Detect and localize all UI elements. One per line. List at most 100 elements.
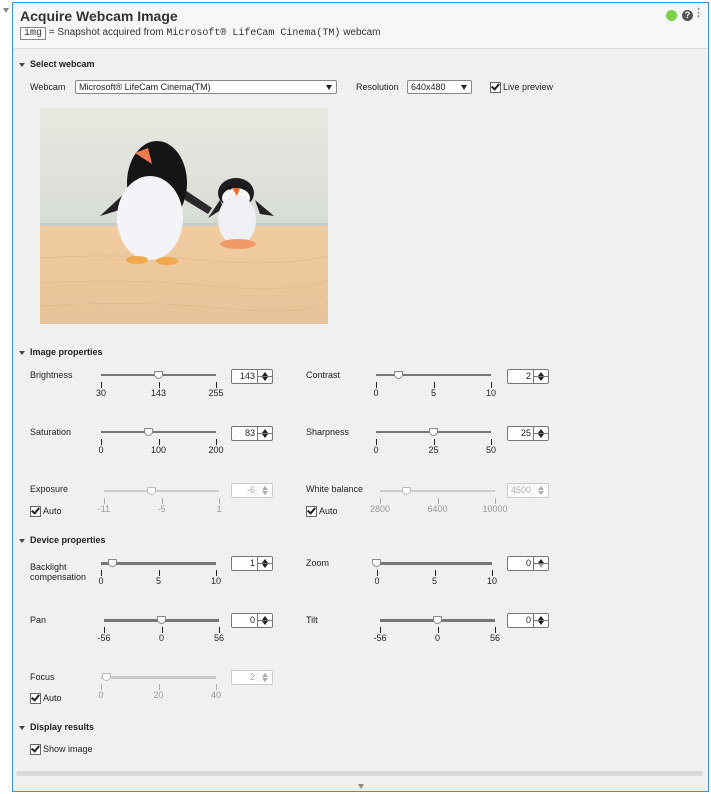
pan-spinner[interactable]: 0 <box>231 613 273 628</box>
slider-tick-label: 10 <box>486 576 498 586</box>
backlight-value: 1 <box>249 558 255 568</box>
focus-spinner: 2 <box>231 670 273 685</box>
checkbox-checked-icon <box>306 506 317 518</box>
webcam-dropdown[interactable]: Microsoft® LifeCam Cinema(TM) <box>75 80 337 94</box>
checkbox-label: Auto <box>43 693 62 703</box>
decrement-arrow-icon[interactable] <box>262 377 268 381</box>
sharpness-slider[interactable]: 0 25 50 <box>373 428 496 458</box>
slider-tick-label: 30 <box>95 388 107 398</box>
section-display-results[interactable]: Display results <box>19 722 94 732</box>
exposure-slider: -11 -5 1 <box>98 487 222 517</box>
section-heading: Select webcam <box>30 59 95 69</box>
exposure-value: -6 <box>246 485 255 495</box>
contrast-slider[interactable]: 0 5 10 <box>373 371 496 401</box>
slider-tick-label: 0 <box>373 388 379 398</box>
resolution-dropdown[interactable]: 640x480 <box>407 80 472 94</box>
slider-tick-label: 40 <box>210 690 222 700</box>
slider-tick-label: 0 <box>98 576 104 586</box>
caret-down-icon <box>19 538 25 543</box>
slider-tick-label: 10000 <box>482 504 508 514</box>
section-select-webcam[interactable]: Select webcam <box>19 59 95 69</box>
decrement-arrow-icon[interactable] <box>538 377 544 381</box>
slider-track[interactable] <box>380 490 495 492</box>
focus-auto-checkbox[interactable]: Auto <box>30 693 62 705</box>
saturation-spinner[interactable]: 83 <box>231 426 273 441</box>
white-balance-label: White balance <box>306 484 364 494</box>
slider-thumb[interactable] <box>143 428 153 436</box>
slider-tick-label: 100 <box>150 445 167 455</box>
slider-tick-label: 5 <box>430 388 437 398</box>
show-image-checkbox[interactable]: Show image <box>30 744 93 756</box>
saturation-slider[interactable]: 0 100 200 <box>98 428 224 458</box>
slider-tick-label: 0 <box>98 690 104 700</box>
webcam-value: Microsoft® LifeCam Cinema(TM) <box>79 82 211 92</box>
slider-track[interactable] <box>101 676 216 679</box>
live-preview-checkbox[interactable]: Live preview <box>490 82 553 94</box>
caret-down-icon <box>19 350 25 355</box>
brightness-spinner[interactable]: 143 <box>231 369 273 384</box>
slider-track[interactable] <box>104 490 219 492</box>
decrement-arrow-icon[interactable] <box>262 621 268 625</box>
pan-label: Pan <box>30 615 47 625</box>
slider-tick-label: 6400 <box>427 504 448 514</box>
expand-output-icon[interactable] <box>358 784 364 789</box>
slider-thumb[interactable] <box>156 616 166 624</box>
pan-slider[interactable]: -56 0 56 <box>97 616 224 646</box>
resolution-label: Resolution <box>356 82 399 92</box>
output-variable-field[interactable]: img <box>20 27 47 40</box>
dropdown-arrow-icon <box>326 85 332 90</box>
horizontal-scrollbar[interactable] <box>16 771 703 776</box>
section-device-properties[interactable]: Device properties <box>19 535 106 545</box>
slider-track[interactable] <box>101 562 216 565</box>
decrement-arrow-icon <box>262 491 268 495</box>
slider-track[interactable] <box>101 431 216 433</box>
more-options-icon[interactable]: ⋮ <box>693 8 704 19</box>
zoom-spinner[interactable]: 0 <box>507 556 549 571</box>
slider-tick-label: 0 <box>98 445 104 455</box>
slider-tick-label: -11 <box>97 504 111 514</box>
tilt-slider[interactable]: -56 0 56 <box>373 616 500 646</box>
sharpness-spinner[interactable]: 25 <box>507 426 549 441</box>
white-balance-auto-checkbox[interactable]: Auto <box>306 506 338 518</box>
webcam-preview-image <box>40 108 328 324</box>
contrast-spinner[interactable]: 2 <box>507 369 549 384</box>
label-line: compensation <box>30 572 87 582</box>
tilt-value: 0 <box>525 615 531 625</box>
collapse-task-icon[interactable] <box>3 8 9 13</box>
decrement-arrow-icon[interactable] <box>262 434 268 438</box>
section-heading: Image properties <box>30 347 103 357</box>
help-icon[interactable]: ? <box>682 10 693 21</box>
decrement-arrow-icon <box>538 564 544 568</box>
task-title: Acquire Webcam Image <box>20 8 178 24</box>
focus-label: Focus <box>30 672 55 682</box>
section-heading: Display results <box>30 722 95 732</box>
summary-suffix: webcam <box>343 27 381 38</box>
slider-thumb[interactable] <box>372 559 381 567</box>
pan-value: 0 <box>249 615 255 625</box>
slider-tick-label: 2800 <box>369 504 391 514</box>
slider-thumb[interactable] <box>107 559 117 567</box>
exposure-label: Exposure <box>30 484 69 494</box>
slider-tick-label: 0 <box>434 633 441 643</box>
backlight-slider[interactable]: 0 5 10 <box>98 559 221 589</box>
slider-thumb[interactable] <box>428 428 438 436</box>
slider-track[interactable] <box>377 562 492 565</box>
decrement-arrow-icon[interactable] <box>538 621 544 625</box>
exposure-auto-checkbox[interactable]: Auto <box>30 506 62 518</box>
task-summary: img = Snapshot acquired from Microsoft® … <box>20 27 380 40</box>
zoom-slider[interactable]: 0 5 10 <box>372 559 497 589</box>
slider-tick-label: 200 <box>208 445 224 455</box>
slider-thumb[interactable] <box>153 371 163 379</box>
tilt-label: Tilt <box>306 615 318 625</box>
slider-thumb[interactable] <box>394 371 403 379</box>
slider-tick-label: 0 <box>374 576 380 586</box>
brightness-slider[interactable]: 30 143 255 <box>96 371 224 401</box>
slider-tick-label: 0 <box>373 445 379 455</box>
slider-thumb[interactable] <box>432 616 442 624</box>
decrement-arrow-icon[interactable] <box>262 564 268 568</box>
summary-text: Snapshot acquired from <box>57 27 164 38</box>
tilt-spinner[interactable]: 0 <box>507 613 549 628</box>
section-image-properties[interactable]: Image properties <box>19 347 103 357</box>
backlight-spinner[interactable]: 1 <box>231 556 273 571</box>
decrement-arrow-icon[interactable] <box>538 434 544 438</box>
